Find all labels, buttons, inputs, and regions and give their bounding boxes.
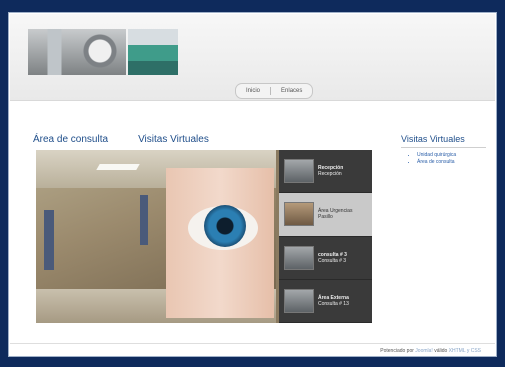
thumb-consulta-3[interactable]: consulta # 3 Consulta # 3 bbox=[279, 237, 372, 280]
thumb-subtitle: Recepción bbox=[318, 171, 342, 178]
virtual-tour-gallery: Recepción Recepción Área Urgencias Pasil… bbox=[36, 150, 372, 323]
content-tabs: Área de consulta Visitas Virtuales bbox=[33, 134, 209, 145]
thumb-caption: consulta # 3 Consulta # 3 bbox=[318, 252, 347, 264]
footer-credits: Potenciado por Joomla! válido XHTML y CS… bbox=[380, 348, 481, 354]
thumb-image bbox=[284, 245, 314, 270]
footer: Potenciado por Joomla! válido XHTML y CS… bbox=[10, 343, 495, 357]
footer-middle: válido bbox=[434, 348, 448, 354]
gallery-main-image[interactable] bbox=[36, 150, 276, 323]
thumb-image bbox=[284, 159, 314, 184]
thumb-caption: Recepción Recepción bbox=[318, 165, 343, 177]
tab-area-consulta[interactable]: Área de consulta bbox=[33, 134, 108, 145]
mural-eye-iris bbox=[204, 205, 246, 247]
thumb-recepcion[interactable]: Recepción Recepción bbox=[279, 150, 372, 194]
nav-inicio[interactable]: Inicio bbox=[246, 88, 260, 94]
header: Inicio Enlaces bbox=[10, 14, 495, 101]
thumb-caption: Área Externa Consulta # 13 bbox=[318, 295, 349, 307]
thumb-caption: Área Urgencias Pasillo bbox=[318, 208, 367, 220]
sidebar-link-area-consulta[interactable]: Área de consulta bbox=[417, 159, 486, 166]
thumb-subtitle: Consulta # 3 bbox=[318, 257, 347, 264]
thumb-subtitle: Consulta # 13 bbox=[318, 300, 349, 307]
header-banner bbox=[28, 29, 178, 75]
footer-xhtml-link[interactable]: XHTML y CSS bbox=[449, 348, 481, 354]
sidebar: Visitas Virtuales Unidad quirúrgica Área… bbox=[401, 134, 486, 166]
top-nav: Inicio Enlaces bbox=[235, 83, 314, 99]
thumb-title: Área Urgencias Pasillo bbox=[318, 208, 353, 221]
thumb-area-externa[interactable]: Área Externa Consulta # 13 bbox=[279, 280, 372, 323]
corridor-door bbox=[140, 195, 148, 245]
ceiling-light bbox=[96, 164, 140, 170]
tab-visitas-virtuales[interactable]: Visitas Virtuales bbox=[138, 134, 209, 145]
footer-prefix: Potenciado por bbox=[380, 348, 414, 354]
thumb-image bbox=[284, 202, 314, 227]
sidebar-title: Visitas Virtuales bbox=[401, 134, 486, 148]
banner-photo-operating-room bbox=[128, 29, 178, 75]
footer-joomla-link[interactable]: Joomla! bbox=[415, 348, 433, 354]
sidebar-links: Unidad quirúrgica Área de consulta bbox=[409, 152, 486, 166]
page-frame: Inicio Enlaces Área de consulta Visitas … bbox=[8, 12, 497, 357]
gallery-thumbnails: Recepción Recepción Área Urgencias Pasil… bbox=[279, 150, 372, 323]
nav-enlaces[interactable]: Enlaces bbox=[281, 88, 302, 94]
nav-separator bbox=[270, 87, 272, 95]
corridor-door bbox=[44, 210, 54, 270]
banner-photo-equipment bbox=[28, 29, 126, 75]
thumb-urgencias-pasillo[interactable]: Área Urgencias Pasillo bbox=[279, 193, 372, 237]
sidebar-link-unidad-quirurgica[interactable]: Unidad quirúrgica bbox=[417, 152, 486, 159]
thumb-image bbox=[284, 288, 314, 313]
